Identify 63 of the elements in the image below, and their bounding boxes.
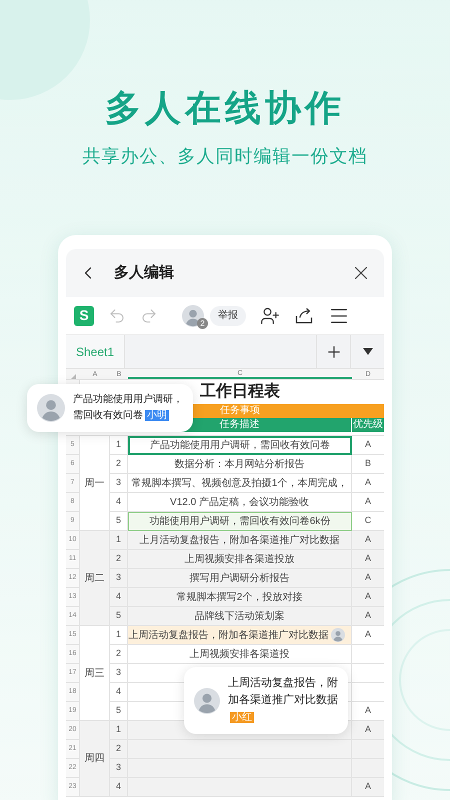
app-logo[interactable]: S <box>74 306 94 326</box>
priority-cell: A <box>352 550 384 569</box>
row-index-cell: 2 <box>110 550 128 569</box>
row-index-cell: 1 <box>110 721 128 740</box>
row-index-cell: 3 <box>110 569 128 588</box>
task-text: 常规脚本撰写、视频创意及拍摄1个，本周完成， <box>132 476 348 490</box>
task-text: 上周视频安排各渠道投放 <box>184 552 294 566</box>
task-text: 撰写用户调研分析报告 <box>190 572 290 586</box>
user-avatar <box>37 394 65 422</box>
row-index-cell: 1 <box>110 626 128 645</box>
hero-subtitle: 共享办公、多人同时编辑一份文档 <box>82 145 368 168</box>
column-title: 优先级 <box>352 418 384 432</box>
sheet-tab[interactable]: Sheet1 <box>66 335 126 368</box>
sheet-title: 工作日程表 <box>200 382 280 402</box>
collaborator-count-badge: 2 <box>197 318 208 328</box>
row-index-cell: 5 <box>110 607 128 626</box>
task-text: V12.0 产品定稿，会议功能验收 <box>170 496 309 510</box>
row-index-cell: 3 <box>110 664 128 683</box>
add-user-icon[interactable] <box>260 306 280 326</box>
day-cell: 周一 <box>80 436 110 531</box>
priority-cell: A <box>352 607 384 626</box>
row-index-cell: 4 <box>110 588 128 607</box>
report-button[interactable]: 举报 <box>210 306 246 326</box>
row-index-cell: 2 <box>110 645 128 664</box>
collaborator-avatar <box>182 304 204 326</box>
row-index-cell: 1 <box>110 436 128 455</box>
row-index-cell: 1 <box>110 531 128 550</box>
priority-cell: A <box>352 569 384 588</box>
priority-cell <box>352 740 384 759</box>
row-index-cell: 2 <box>110 455 128 474</box>
author-tag: 小明 <box>145 410 169 421</box>
row-index-cell: 4 <box>110 778 128 797</box>
task-text: 品牌线下活动策划案 <box>194 610 284 624</box>
priority-cell: A <box>352 531 384 550</box>
hero-title: 多人在线协作 <box>105 86 345 130</box>
task-text: 数据分析：本月网站分析报告 <box>174 458 304 472</box>
row-index-cell: 3 <box>110 759 128 778</box>
priority-cell: A <box>352 721 384 740</box>
row-index-cell: 4 <box>110 493 128 512</box>
author-tag: 小红 <box>230 712 254 723</box>
priority-cell <box>352 759 384 778</box>
priority-cell: A <box>352 778 384 797</box>
task-text: 上周活动复盘报告，附加各渠道推广对比数据 <box>128 628 328 642</box>
task-text: 上周视频安排各渠道投 <box>190 648 290 662</box>
task-text: 常规脚本撰写2个，投放对接 <box>176 590 302 604</box>
editor-title: 多人编辑 <box>114 262 174 283</box>
share-icon[interactable] <box>294 306 314 326</box>
task-text: 产品功能使用用户调研，需回收有效问卷 <box>150 438 330 453</box>
corner-triangle-icon <box>70 374 76 379</box>
user-avatar <box>194 688 220 714</box>
day-cell: 周三 <box>80 626 110 721</box>
task-text: 功能使用用户调研，需回收有效问卷6k份 <box>150 514 330 529</box>
row-index-cell: 5 <box>110 702 128 721</box>
row-index-cell: 2 <box>110 740 128 759</box>
row-index-cell: 3 <box>110 474 128 493</box>
day-cell: 周四 <box>80 721 110 797</box>
row-index-cell: 4 <box>110 683 128 702</box>
comment-text: 上周活动复盘报告，附加各渠道推广对比数据 小红 <box>228 676 338 725</box>
priority-cell: A <box>352 588 384 607</box>
dropdown-triangle-icon <box>362 348 372 355</box>
task-text: 上月活动复盘报告，附加各渠道推广对比数据 <box>140 534 340 548</box>
row-index-cell: 5 <box>110 512 128 531</box>
day-cell: 周二 <box>80 531 110 626</box>
